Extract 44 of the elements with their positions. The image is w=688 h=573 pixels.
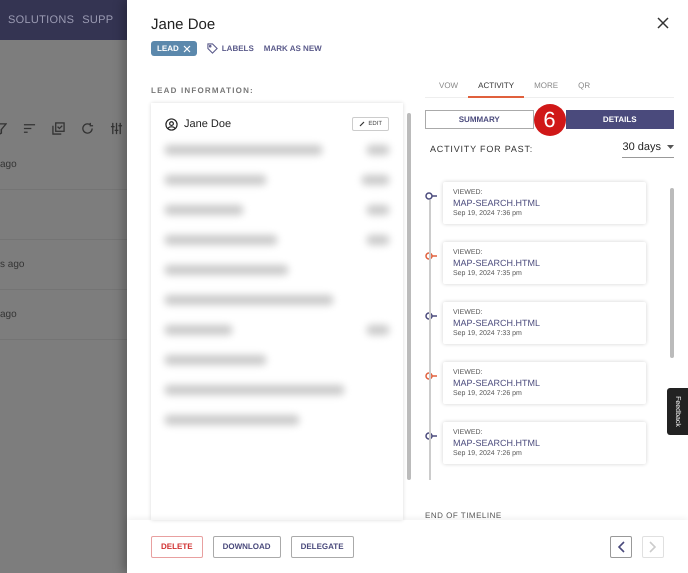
action-button[interactable]: DOWNLOAD — [212, 536, 281, 558]
chevron-left-icon — [618, 540, 625, 552]
refresh-icon[interactable] — [81, 122, 94, 135]
tab[interactable]: VOW — [429, 74, 468, 98]
action-button[interactable]: DELEGATE — [290, 536, 354, 558]
section-heading: LEAD INFORMATION: — [151, 85, 255, 97]
lead-chip[interactable]: LEAD — [151, 41, 197, 56]
scrollbar[interactable] — [407, 113, 411, 480]
tab[interactable]: ACTIVITY — [468, 74, 524, 98]
chevron-right-icon — [649, 540, 656, 552]
row-time-text: s ago — [0, 259, 24, 270]
labels-button[interactable]: LABELS — [206, 43, 254, 54]
filter-label: ACTIVITY FOR PAST: — [430, 144, 534, 154]
view-toggle-button[interactable]: DETAILS — [566, 110, 674, 129]
row-time-text: ago — [0, 159, 17, 170]
sliders-icon[interactable] — [110, 122, 123, 135]
page-link[interactable]: MAP-SEARCH.HTML — [453, 198, 636, 208]
tab[interactable]: QR — [568, 74, 600, 98]
nav-item[interactable]: SOLUTIONS — [8, 14, 74, 26]
delete-button[interactable]: DELETE — [151, 536, 203, 558]
pencil-icon — [359, 121, 366, 127]
mark-as-new-button[interactable]: MARK AS NEW — [264, 44, 322, 53]
lead-name: Jane Doe — [165, 118, 232, 130]
nav-item[interactable]: SUPP — [82, 14, 114, 26]
page-link[interactable]: MAP-SEARCH.HTML — [453, 258, 636, 268]
scrollbar[interactable] — [670, 188, 674, 358]
period-dropdown[interactable]: 30 days — [622, 139, 674, 158]
tab[interactable]: MORE — [524, 74, 568, 98]
annotation-badge: 6 — [534, 104, 566, 136]
page-link[interactable]: MAP-SEARCH.HTML — [453, 438, 636, 448]
close-icon[interactable] — [182, 44, 191, 52]
user-icon — [165, 118, 178, 130]
page-link[interactable]: MAP-SEARCH.HTML — [453, 378, 636, 388]
previous-button[interactable] — [610, 536, 632, 558]
caret-icon — [667, 145, 674, 149]
panel-title: Jane Doe — [151, 16, 216, 33]
close-button[interactable] — [656, 16, 670, 30]
end-of-timeline-text: END OF TIMELINE — [425, 511, 503, 520]
tag-icon — [206, 43, 218, 54]
page-link[interactable]: MAP-SEARCH.HTML — [453, 318, 636, 328]
checkbox-stack-icon[interactable] — [52, 122, 65, 135]
sort-icon[interactable] — [23, 122, 36, 135]
view-toggle-button[interactable]: SUMMARY — [425, 110, 534, 129]
row-time-text: ago — [0, 309, 17, 320]
